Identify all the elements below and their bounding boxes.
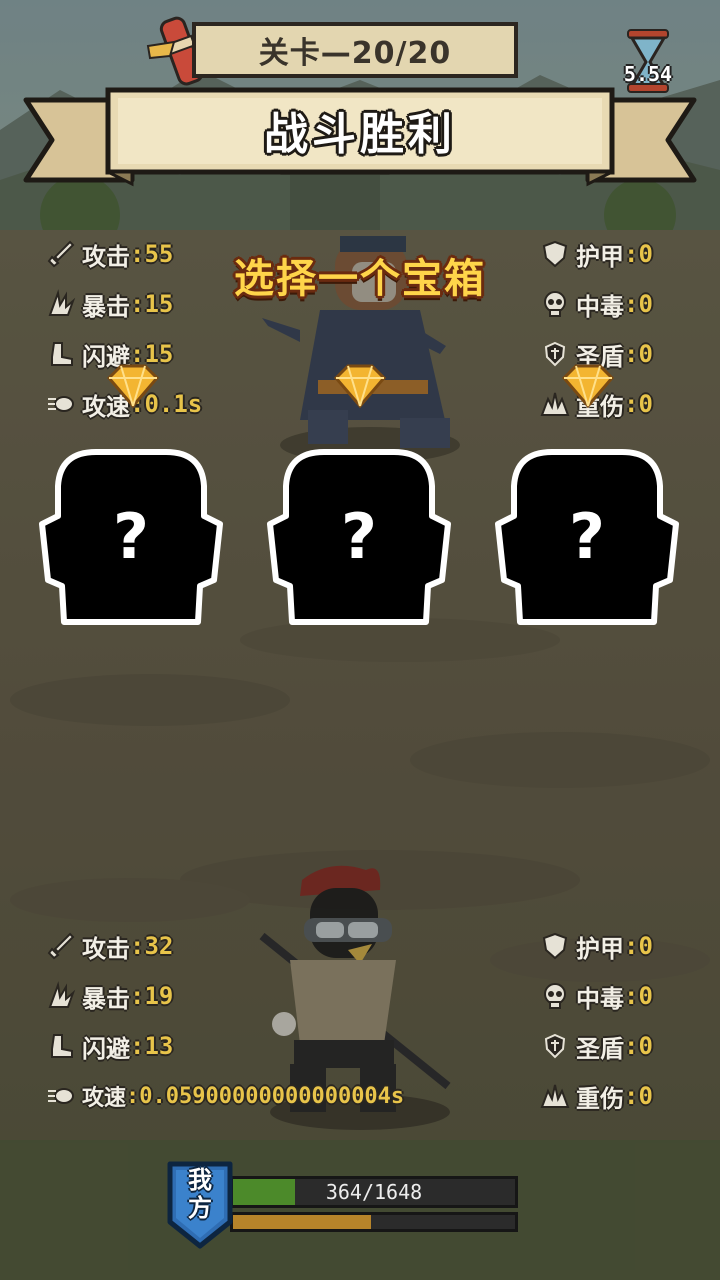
player-stat-attack-speed: 攻速:0.05900000000000004s (46, 1076, 404, 1116)
boot-icon (51, 342, 73, 366)
heavy-wound-icon (540, 1084, 570, 1108)
mystery-chest-1[interactable]: ? (38, 446, 224, 628)
chest-question-mark: ? (341, 500, 377, 573)
victory-title: 战斗胜利 (264, 109, 456, 160)
enemy-stat-poison: 中毒:0 (540, 284, 653, 324)
enemy-stat-armor: 护甲:0 (540, 234, 653, 274)
crit-claw-icon (48, 289, 76, 316)
shield-icon (542, 932, 568, 960)
timer-value: 5.54 (623, 62, 673, 86)
mystery-chest-2[interactable]: ? (266, 446, 452, 628)
speed-icon (48, 1088, 74, 1104)
boot-icon (51, 1034, 73, 1058)
chest-question-mark: ? (569, 500, 605, 573)
enemy-stat-crit: 暴击:15 (46, 284, 173, 324)
player-stat-poison: 中毒:0 (540, 976, 653, 1016)
gem-icon (561, 364, 615, 408)
chest-question-mark: ? (113, 500, 149, 573)
player-stat-armor: 护甲:0 (540, 926, 653, 966)
skull-icon (544, 291, 566, 317)
player-stat-crit: 暴击:19 (46, 976, 173, 1016)
crit-claw-icon (48, 981, 76, 1008)
player-stat-heavy-wound: 重伤:0 (540, 1076, 653, 1116)
mystery-chest-icon: ? (267, 449, 451, 625)
player-stat-dodge: 闪避:13 (46, 1026, 173, 1066)
mystery-chest-icon: ? (495, 449, 679, 625)
mystery-chest-icon: ? (39, 449, 223, 625)
player-side-label: 我方 (188, 1166, 212, 1222)
gem-icon (106, 364, 160, 408)
hp-text: 364/1648 (325, 1180, 423, 1204)
gem-icon (333, 364, 387, 408)
player-hp-bar: 364/1648 (230, 1176, 518, 1208)
holy-shield-icon (544, 1033, 566, 1059)
skull-icon (544, 983, 566, 1009)
sword-icon (47, 240, 75, 268)
shield-icon (542, 240, 568, 268)
energy-fill (233, 1215, 372, 1229)
stage-indicator: 关卡—20/20 (192, 22, 518, 78)
player-energy-bar (230, 1212, 518, 1232)
mystery-chest-3[interactable]: ? (494, 446, 680, 628)
player-stat-holy-shield: 圣盾:0 (540, 1026, 653, 1066)
player-stat-attack: 攻击:32 (46, 926, 173, 966)
choose-chest-prompt: 选择一个宝箱 (234, 256, 486, 302)
enemy-stat-attack: 攻击:55 (46, 234, 173, 274)
sword-icon (47, 932, 75, 960)
speed-icon (48, 396, 74, 412)
